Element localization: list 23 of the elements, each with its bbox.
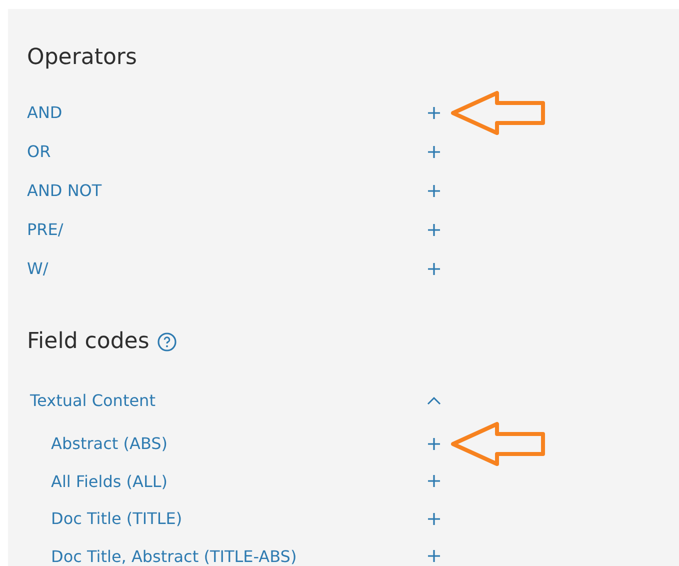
add-icon[interactable] [427,222,441,236]
operator-link[interactable]: PRE/ [27,220,64,239]
add-icon[interactable] [427,549,441,564]
operator-link[interactable]: AND NOT [27,181,102,200]
add-icon[interactable] [427,262,441,276]
add-icon[interactable] [427,144,441,158]
field-code-link[interactable]: Doc Title (TITLE) [51,509,182,528]
field-code-link[interactable]: Doc Title, Abstract (TITLE-ABS) [51,546,297,566]
add-icon[interactable] [427,474,441,488]
add-icon[interactable] [427,184,441,198]
field-code-link[interactable]: Abstract (ABS) [51,434,168,454]
operator-link[interactable]: OR [27,142,51,161]
section-heading: Field codes [27,328,150,356]
caret-icon[interactable] [427,396,441,404]
add-icon[interactable] [427,436,441,451]
category-toggle[interactable]: Textual Content [30,391,156,410]
add-icon[interactable] [427,106,441,120]
help-icon[interactable] [157,332,178,352]
add-icon[interactable] [427,512,441,526]
operator-link[interactable]: AND [27,103,62,122]
section-heading: Operators [27,44,138,72]
field-code-link[interactable]: All Fields (ALL) [51,472,168,491]
operator-link[interactable]: W/ [27,259,48,278]
